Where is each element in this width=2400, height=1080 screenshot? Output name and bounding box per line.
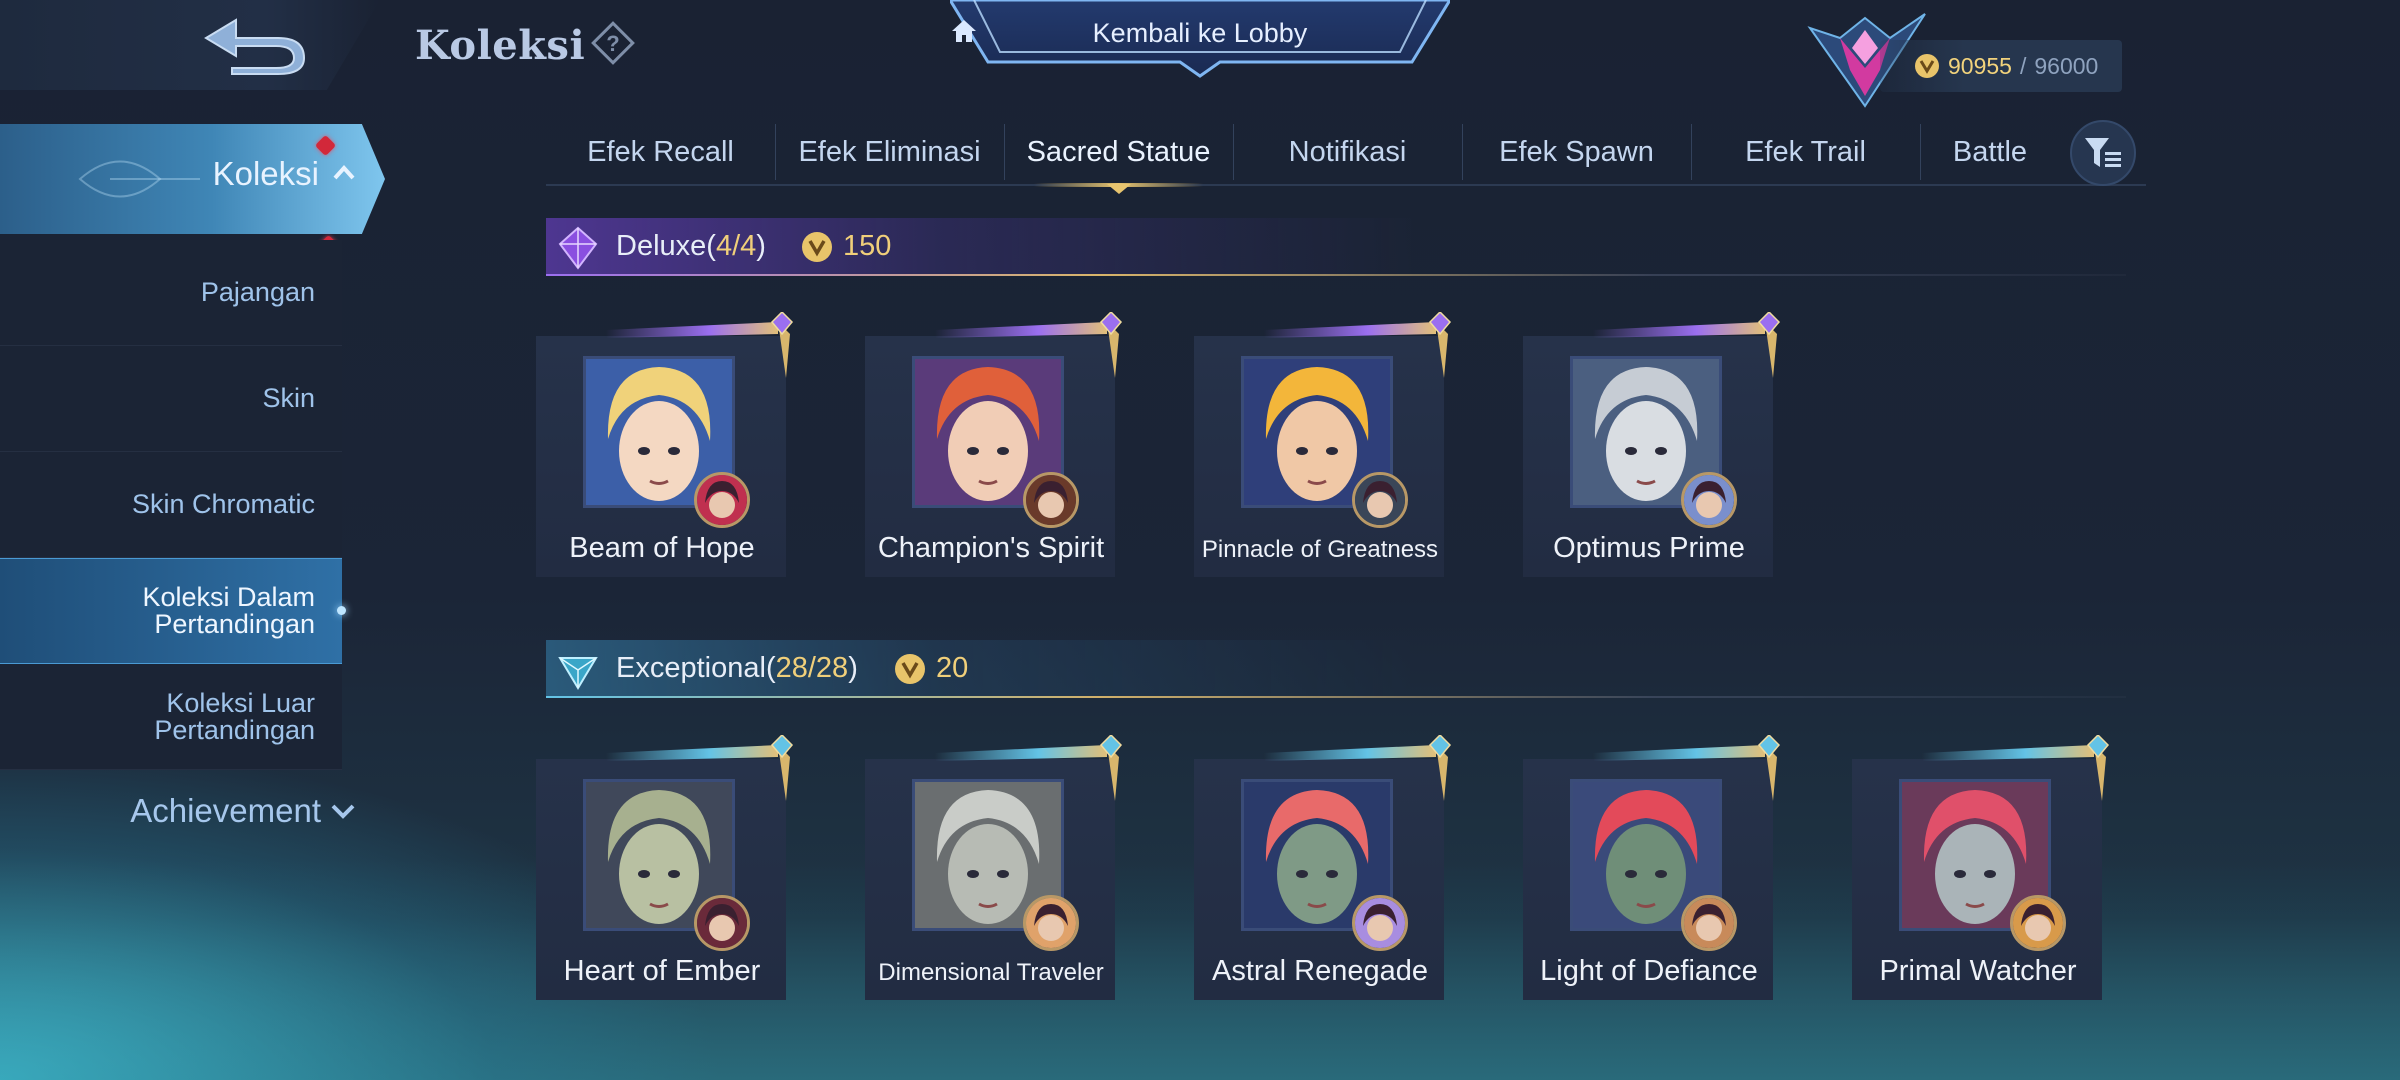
statue-card-beam-of-hope[interactable]: Beam of Hope xyxy=(536,312,794,577)
tab-label: Efek Spawn xyxy=(1499,135,1654,168)
points-current: 90955 xyxy=(1948,52,2012,79)
tab-notifikasi[interactable]: Notifikasi xyxy=(1233,120,1462,184)
tab-battle[interactable]: Battle xyxy=(1920,120,2060,184)
achievement-label: Achievement xyxy=(130,792,321,829)
statue-name: Light of Defiance xyxy=(1540,955,1758,987)
filter-icon xyxy=(2085,138,2121,167)
section-header-exceptional: Exceptional(28/28) 20 xyxy=(546,640,2126,700)
help-icon[interactable]: ? xyxy=(590,20,636,66)
statue-card-heart-of-ember[interactable]: Heart of Ember xyxy=(536,735,794,1000)
tab-label: Efek Trail xyxy=(1745,135,1866,168)
page-title: Koleksi xyxy=(415,22,586,69)
section-price-value: 150 xyxy=(843,230,892,262)
tab-efek-recall[interactable]: Efek Recall xyxy=(546,120,775,184)
sidebar-item-label: Koleksi Luar Pertandingan xyxy=(154,687,315,745)
sidebar-item-skin-chromatic[interactable]: Skin Chromatic xyxy=(0,452,342,558)
sidebar-achievement[interactable]: Achievement xyxy=(0,792,355,830)
tab-efek-trail[interactable]: Efek Trail xyxy=(1691,120,1920,184)
collection-coin-icon xyxy=(1915,54,1939,78)
statue-name: Pinnacle of Greatness xyxy=(1201,536,1439,563)
statue-name: Champion's Spirit xyxy=(877,532,1105,564)
statue-card-pinnacle-of-greatness[interactable]: Pinnacle of Greatness xyxy=(1194,312,1452,577)
sidebar-item-label: Skin xyxy=(262,383,315,413)
section-count-close: ) xyxy=(756,230,766,262)
tab-label: Efek Eliminasi xyxy=(798,135,981,168)
statue-card-champion-s-spirit[interactable]: Champion's Spirit xyxy=(865,312,1123,577)
home-icon xyxy=(952,20,976,42)
tab-label: Notifikasi xyxy=(1288,135,1407,168)
tab-label: Battle xyxy=(1952,135,2028,168)
statue-name: Astral Renegade xyxy=(1211,955,1429,987)
chevron-up-icon xyxy=(333,165,355,180)
back-to-lobby-button[interactable]: Kembali ke Lobby xyxy=(950,0,1450,78)
section-title: Deluxe(4/4) xyxy=(616,230,766,263)
hero-avatar-badge xyxy=(1352,472,1408,528)
filter-button[interactable] xyxy=(2070,120,2136,186)
lobby-label: Kembali ke Lobby xyxy=(1092,18,1308,48)
tab-label: Efek Recall xyxy=(587,135,734,168)
section-price: 20 xyxy=(894,652,968,685)
hero-avatar-badge xyxy=(1352,895,1408,951)
section-band xyxy=(546,218,2126,276)
hero-avatar-badge xyxy=(1023,895,1079,951)
tab-label: Sacred Statue xyxy=(1026,135,1211,168)
statue-card-primal-watcher[interactable]: Primal Watcher xyxy=(1852,735,2110,1000)
tab-efek-spawn[interactable]: Efek Spawn xyxy=(1462,120,1691,184)
section-name: Deluxe xyxy=(616,230,707,262)
statue-name: Heart of Ember xyxy=(563,955,761,987)
hero-avatar-badge xyxy=(694,895,750,951)
points-max: 96000 xyxy=(2034,52,2099,79)
statue-name: Primal Watcher xyxy=(1879,955,2077,987)
active-tab-marker-icon xyxy=(1106,184,1131,194)
hero-avatar-badge xyxy=(2010,895,2066,951)
deluxe-card-row: Beam of Hope Champion's Spirit Pinnacle of… xyxy=(536,312,1781,577)
section-count: 4/4 xyxy=(715,230,757,262)
sidebar-item-skin[interactable]: Skin xyxy=(0,346,342,452)
back-arrow-icon[interactable] xyxy=(196,14,312,76)
collection-points-display: 90955 / 96000 xyxy=(1880,40,2122,92)
tab-sacred-statue[interactable]: Sacred Statue xyxy=(1004,120,1233,194)
sidebar-item-label: Koleksi Dalam Pertandingan xyxy=(142,582,315,639)
statue-name: Dimensional Traveler xyxy=(878,959,1104,986)
collection-coin-icon xyxy=(802,231,832,262)
section-price: 150 xyxy=(801,230,891,263)
back-button-panel[interactable] xyxy=(0,0,380,90)
hero-avatar-badge xyxy=(1681,472,1737,528)
svg-text:?: ? xyxy=(606,31,619,56)
section-count-close: ) xyxy=(848,652,858,684)
statue-card-light-of-defiance[interactable]: Light of Defiance xyxy=(1523,735,1781,1000)
statue-card-dimensional-traveler[interactable]: Dimensional Traveler xyxy=(865,735,1123,1000)
hero-avatar-badge xyxy=(694,472,750,528)
collection-coin-icon xyxy=(895,653,925,684)
deluxe-gem-icon xyxy=(558,226,598,270)
chevron-down-icon xyxy=(331,804,355,819)
exceptional-gem-icon xyxy=(558,657,598,690)
sidebar-item-label: Skin Chromatic xyxy=(131,489,315,519)
sidebar-item-pajangan[interactable]: Pajangan xyxy=(0,240,342,346)
hero-avatar-badge xyxy=(1681,895,1737,951)
section-title: Exceptional(28/28) xyxy=(616,652,858,685)
sidebar-item-label: Pajangan xyxy=(200,277,315,307)
category-tabs: Efek Recall Efek Eliminasi Sacred Statue… xyxy=(546,120,2146,194)
section-count-open: ( xyxy=(706,230,716,262)
section-header-deluxe: Deluxe(4/4) 150 xyxy=(546,218,2126,278)
hero-avatar-badge xyxy=(1023,472,1079,528)
sidebar-list: Pajangan Skin Skin Chromatic Koleksi Dal… xyxy=(0,240,346,770)
statue-name: Optimus Prime xyxy=(1553,532,1745,564)
statue-card-optimus-prime[interactable]: Optimus Prime xyxy=(1523,312,1781,577)
sidebar-item-koleksi-dalam-pertandingan[interactable]: Koleksi Dalam Pertandingan xyxy=(0,558,346,664)
points-separator: / xyxy=(2019,52,2027,79)
tab-efek-eliminasi[interactable]: Efek Eliminasi xyxy=(775,120,1004,184)
sidebar-item-koleksi-luar-pertandingan[interactable]: Koleksi Luar Pertandingan xyxy=(0,664,342,770)
section-price-value: 20 xyxy=(936,652,969,684)
section-name: Exceptional xyxy=(616,652,766,684)
statue-name: Beam of Hope xyxy=(569,532,755,564)
statue-card-astral-renegade[interactable]: Astral Renegade xyxy=(1194,735,1452,1000)
exceptional-card-row: Heart of Ember Dimensional Traveler Astral… xyxy=(536,735,2110,1000)
section-count: 28/28 xyxy=(775,652,849,684)
sidebar-main-label: Koleksi xyxy=(212,155,319,192)
section-count-open: ( xyxy=(765,652,776,684)
